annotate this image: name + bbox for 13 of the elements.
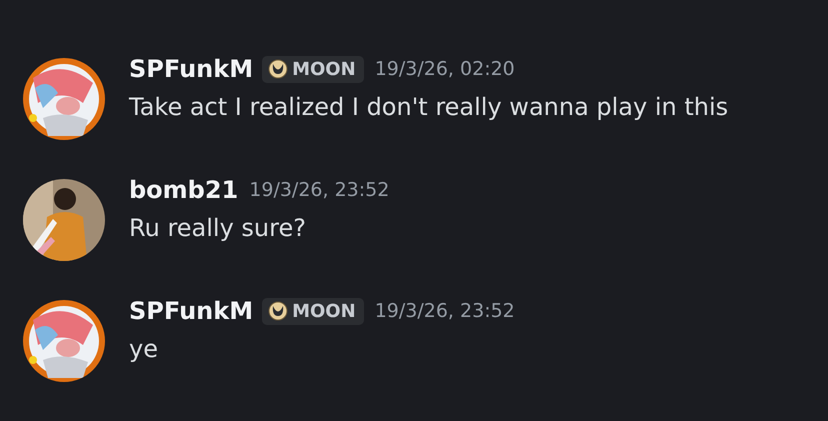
moon-icon [268, 59, 288, 79]
message-text: Ru really sure? [129, 214, 307, 242]
username[interactable]: SPFunkM [129, 55, 254, 83]
message-text: ye [129, 335, 159, 363]
username[interactable]: SPFunkM [129, 297, 254, 325]
moon-tag[interactable]: MOON [262, 56, 364, 82]
timestamp: 19/3/26, 02:20 [374, 58, 515, 80]
timestamp: 19/3/26, 23:52 [374, 300, 515, 322]
username[interactable]: bomb21 [129, 176, 238, 204]
timestamp: 19/3/26, 23:52 [249, 179, 390, 201]
moon-tag[interactable]: MOON [262, 298, 364, 324]
message-text: Take act I realized I don't really wanna play in this [129, 93, 728, 121]
moon-icon [268, 301, 288, 321]
